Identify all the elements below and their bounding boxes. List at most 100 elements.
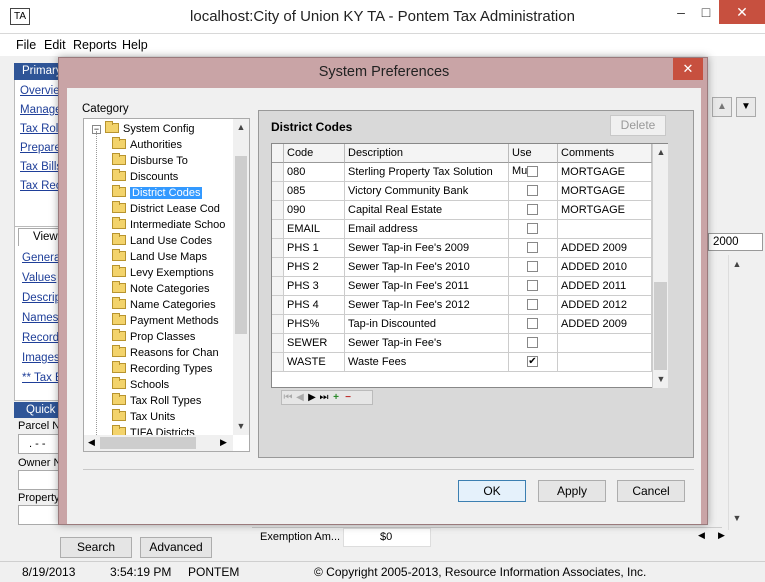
comments-cell[interactable]: ADDED 2012 [558,296,652,315]
column-header-description[interactable]: Description [345,144,509,163]
tree-node[interactable]: Land Use Codes [112,233,212,249]
tree-scroll-thumb[interactable] [235,156,247,334]
category-tree[interactable]: − System Config Authorities Disburse To Dis… [83,118,250,452]
owner-name-input[interactable] [18,470,60,490]
use-multi-checkbox[interactable] [527,337,538,348]
parcel-number-input[interactable]: . - - [18,434,60,454]
view-link-general[interactable]: General [22,252,63,264]
view-link-images[interactable]: Images/ [22,352,63,364]
nav-link-tax-rec[interactable]: Tax Rec [20,180,62,192]
view-link-recording[interactable]: Recordi [22,332,62,344]
tree-node[interactable]: Tax Roll Types [112,393,201,409]
use-multi-cell[interactable] [509,334,558,353]
search-button[interactable]: Search [60,537,132,558]
tree-node[interactable]: District Codes [112,185,203,201]
row-header[interactable] [272,182,284,201]
tab-view[interactable]: View [18,228,62,246]
nav-link-manage[interactable]: Manage [20,104,62,116]
description-cell[interactable]: Waste Fees [345,353,509,372]
background-scrollbar[interactable]: ▲ ▼ [728,255,745,530]
code-cell[interactable]: PHS 4 [284,296,345,315]
row-header[interactable] [272,220,284,239]
dialog-close-button[interactable]: ✕ [673,58,703,80]
use-multi-checkbox[interactable] [527,242,538,253]
tree-node[interactable]: Tax Units [112,409,175,425]
tree-node[interactable]: Reasons for Chan [112,345,219,361]
tree-node[interactable]: Intermediate Schoo [112,217,225,233]
description-cell[interactable]: Sewer Tap-in Fee's [345,334,509,353]
cancel-button[interactable]: Cancel [617,480,685,502]
use-multi-checkbox[interactable] [527,280,538,291]
tree-node[interactable]: Recording Types [112,361,212,377]
comments-cell[interactable]: MORTGAGE [558,163,652,182]
column-header-comments[interactable]: Comments [558,144,652,163]
code-cell[interactable]: 085 [284,182,345,201]
comments-cell[interactable]: ADDED 2009 [558,239,652,258]
tree-node-system-config[interactable]: − System Config [92,121,195,137]
comments-cell[interactable]: ADDED 2009 [558,315,652,334]
comments-cell[interactable]: MORTGAGE [558,201,652,220]
bottom-hscrollbar[interactable]: ◀ ▶ [440,530,730,544]
code-cell[interactable]: 080 [284,163,345,182]
code-cell[interactable]: SEWER [284,334,345,353]
grid-vertical-scrollbar[interactable]: ▲ ▼ [652,144,668,388]
row-header[interactable] [272,296,284,315]
first-record-icon[interactable]: ⏮ [282,391,294,404]
add-record-icon[interactable]: + [330,391,342,404]
description-cell[interactable]: Sewer Tap-In Fee's 2011 [345,277,509,296]
grid-scroll-thumb[interactable] [654,282,667,370]
description-cell[interactable]: Email address [345,220,509,239]
use-multi-checkbox[interactable] [527,166,538,177]
window-close-button[interactable]: ✕ [719,0,765,24]
last-record-icon[interactable]: ⏭ [318,391,330,404]
view-link-values[interactable]: Values [22,272,56,284]
tree-node[interactable]: Discounts [112,169,178,185]
row-header[interactable] [272,353,284,372]
menu-file[interactable]: File [16,38,36,52]
use-multi-cell[interactable] [509,258,558,277]
menu-reports[interactable]: Reports [73,38,117,52]
use-multi-checkbox[interactable] [527,204,538,215]
code-cell[interactable]: EMAIL [284,220,345,239]
use-multi-checkbox[interactable]: ✔ [527,356,538,367]
tree-node[interactable]: Prop Classes [112,329,195,345]
use-multi-cell[interactable] [509,201,558,220]
dropdown-arrow-icon[interactable]: ▼ [736,97,756,117]
code-cell[interactable]: PHS 3 [284,277,345,296]
comments-cell[interactable] [558,334,652,353]
code-cell[interactable]: PHS 1 [284,239,345,258]
use-multi-cell[interactable] [509,315,558,334]
use-multi-checkbox[interactable] [527,318,538,329]
tree-hscroll-thumb[interactable] [100,437,196,449]
tax-year-field[interactable]: 2000 [708,233,763,251]
use-multi-checkbox[interactable] [527,261,538,272]
description-cell[interactable]: Sewer Tap-In Fee's 2010 [345,258,509,277]
advanced-button[interactable]: Advanced [140,537,212,558]
description-cell[interactable]: Sterling Property Tax Solution [345,163,509,182]
menu-edit[interactable]: Edit [44,38,66,52]
use-multi-cell[interactable] [509,220,558,239]
use-multi-cell[interactable] [509,163,558,182]
maximize-button[interactable]: □ [691,0,721,24]
menu-help[interactable]: Help [122,38,148,52]
code-cell[interactable]: 090 [284,201,345,220]
use-multi-cell[interactable] [509,182,558,201]
description-cell[interactable]: Sewer Tap-in Fee's 2009 [345,239,509,258]
tree-node[interactable]: Schools [112,377,169,393]
tree-node[interactable]: Land Use Maps [112,249,207,265]
scroll-up-button[interactable]: ▲ [712,97,732,117]
comments-cell[interactable]: ADDED 2011 [558,277,652,296]
column-header-use-multi[interactable]: Use Multi [509,144,558,177]
tree-node[interactable]: Payment Methods [112,313,219,329]
previous-record-icon[interactable]: ◀ [294,391,306,404]
row-header[interactable] [272,258,284,277]
row-header[interactable] [272,277,284,296]
delete-button[interactable]: Delete [610,115,666,136]
code-cell[interactable]: WASTE [284,353,345,372]
column-header-code[interactable]: Code [284,144,345,163]
comments-cell[interactable] [558,220,652,239]
nav-link-prepare[interactable]: Prepare [20,142,61,154]
description-cell[interactable]: Sewer Tap-In Fee's 2012 [345,296,509,315]
ok-button[interactable]: OK [458,480,526,502]
comments-cell[interactable] [558,353,652,372]
